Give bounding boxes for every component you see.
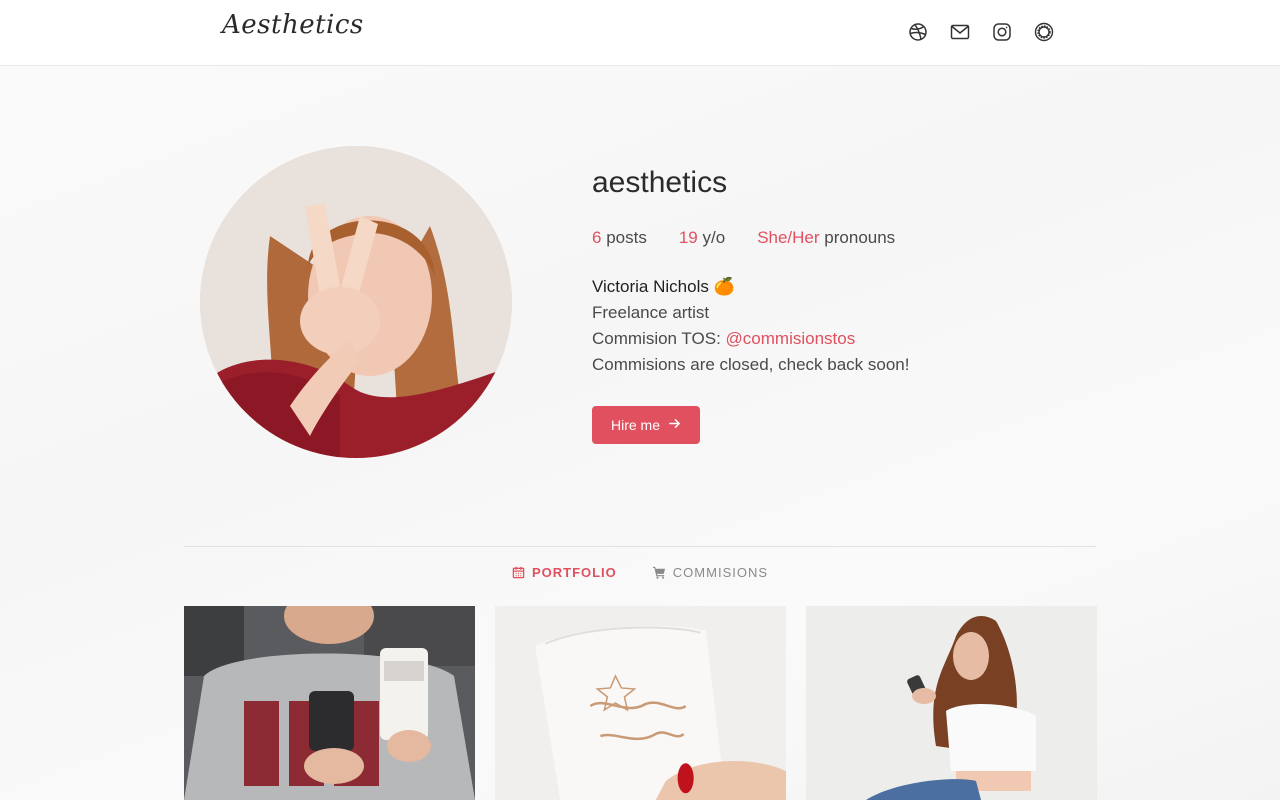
arrow-right-icon: [668, 417, 681, 433]
profile-info: aesthetics 6 posts 19 y/o She/Her pronou…: [592, 160, 1112, 444]
stat-pronouns-value: She/Her: [757, 228, 820, 247]
tab-portfolio-label: PORTFOLIO: [531, 564, 617, 580]
gallery-image: [806, 606, 1097, 800]
stat-age-value: 19: [678, 228, 698, 247]
gallery-image: [495, 606, 786, 800]
bio-tos-label: Commision TOS:: [592, 329, 721, 348]
instagram-icon[interactable]: [992, 22, 1012, 42]
stat-age: 19 y/o: [679, 226, 725, 250]
hire-me-button[interactable]: Hire me: [592, 406, 701, 444]
tab-portfolio[interactable]: PORTFOLIO: [512, 564, 617, 580]
profile-username: aesthetics: [592, 166, 728, 199]
avatar-illustration: [200, 146, 512, 458]
bio-tos: Commision TOS: @commisionstos: [592, 326, 1112, 352]
calendar-icon: [512, 566, 525, 579]
stat-posts-value: 6: [592, 228, 602, 247]
profile-bio: Victoria Nichols 🍊 Freelance artist Comm…: [592, 274, 1112, 378]
cart-icon: [652, 566, 666, 579]
dribbble-icon[interactable]: [908, 22, 928, 42]
profile-avatar: [200, 146, 512, 458]
profile-stats: 6 posts 19 y/o She/Her pronouns: [592, 226, 1112, 250]
gallery-image: [184, 606, 475, 800]
gallery-item-curly[interactable]: [806, 606, 1097, 800]
brand-logo[interactable]: Aesthetics: [222, 10, 364, 40]
portfolio-grid: [184, 606, 1097, 800]
bio-occupation: Freelance artist: [592, 303, 710, 322]
gallery-item-hoodie[interactable]: [184, 606, 475, 800]
bio-tos-link[interactable]: @commisionstos: [726, 329, 856, 348]
section-divider: [184, 546, 1096, 547]
stat-pronouns: She/Her pronouns: [757, 226, 895, 250]
gallery-item-mug[interactable]: [495, 606, 786, 800]
hire-me-label: Hire me: [611, 417, 661, 433]
tab-commisions-label: COMMISIONS: [672, 564, 769, 580]
mail-icon[interactable]: [950, 22, 970, 42]
bio-name: Victoria Nichols 🍊: [592, 277, 735, 296]
profile-tabs: PORTFOLIO COMMISIONS: [0, 564, 1280, 580]
stat-age-label: y/o: [702, 228, 726, 247]
bio-status: Commisions are closed, check back soon!: [592, 355, 910, 374]
social-icons: [908, 22, 1054, 42]
circle-icon[interactable]: [1034, 22, 1054, 42]
stat-posts: 6 posts: [592, 226, 647, 250]
tab-commisions[interactable]: COMMISIONS: [652, 564, 769, 580]
stat-posts-label: posts: [606, 228, 647, 247]
stat-pronouns-label: pronouns: [824, 228, 896, 247]
navbar: Aesthetics: [0, 0, 1280, 66]
